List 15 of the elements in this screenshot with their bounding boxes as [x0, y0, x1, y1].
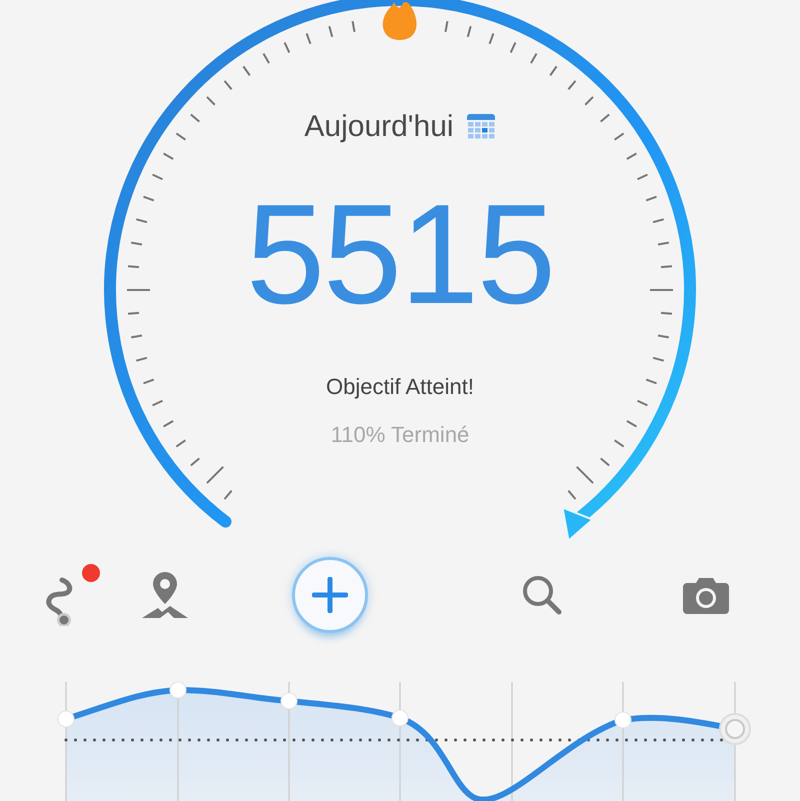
data-point[interactable]	[392, 710, 408, 726]
map-button[interactable]	[140, 570, 190, 620]
data-point[interactable]	[614, 712, 632, 728]
map-pin-icon	[140, 570, 190, 620]
goal-status: Objectif Atteint!	[326, 374, 474, 400]
flame-icon	[382, 2, 417, 40]
step-count: 5515	[246, 184, 554, 326]
search-button[interactable]	[521, 574, 563, 616]
plus-icon	[312, 577, 348, 613]
completion-percent: 110% Terminé	[330, 422, 470, 448]
period-label: Aujourd'hui	[304, 110, 454, 144]
camera-button[interactable]	[683, 576, 729, 614]
camera-icon	[683, 576, 729, 614]
add-button[interactable]	[292, 557, 368, 633]
search-icon	[521, 574, 563, 616]
